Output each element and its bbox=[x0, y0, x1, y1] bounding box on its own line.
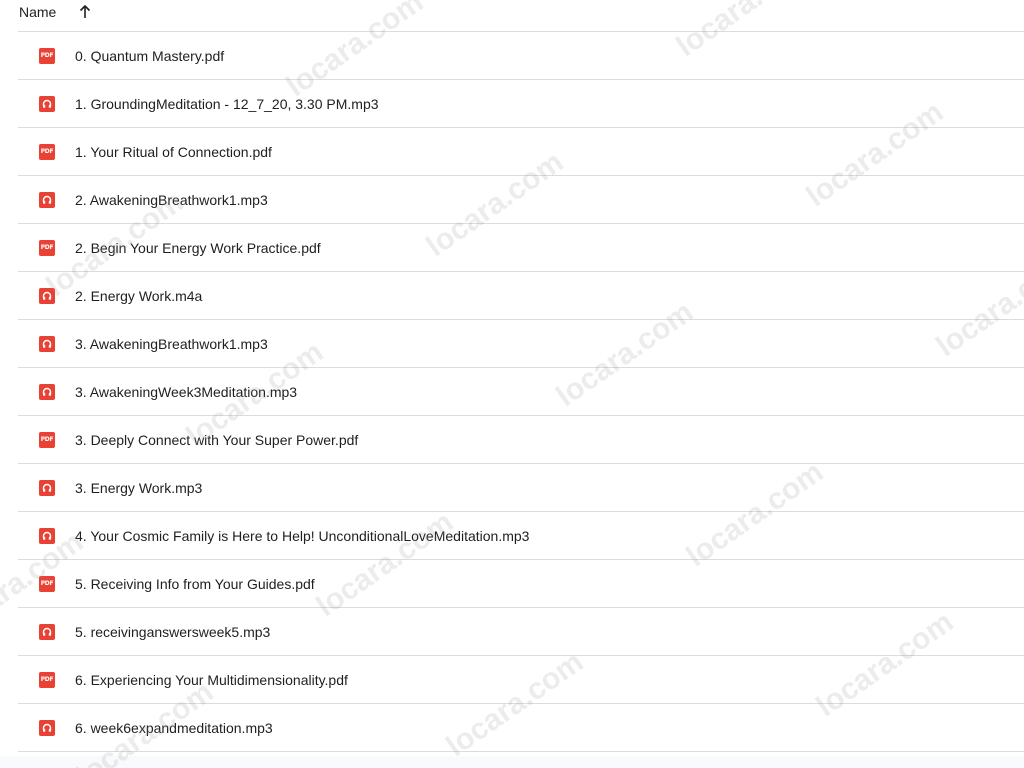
bottom-strip bbox=[0, 756, 1024, 768]
audio-file-icon bbox=[39, 335, 55, 352]
file-row[interactable]: 3. AwakeningBreathwork1.mp3 bbox=[18, 320, 1024, 368]
list-header: Name bbox=[18, 0, 1024, 32]
file-name: 1. Your Ritual of Connection.pdf bbox=[75, 143, 272, 160]
file-row[interactable]: PDF 1. Your Ritual of Connection.pdf bbox=[18, 128, 1024, 176]
file-row[interactable]: 2. AwakeningBreathwork1.mp3 bbox=[18, 176, 1024, 224]
file-name: 6. week6expandmeditation.mp3 bbox=[75, 719, 273, 736]
pdf-icon-label: PDF bbox=[40, 147, 54, 155]
file-row[interactable]: 3. AwakeningWeek3Meditation.mp3 bbox=[18, 368, 1024, 416]
arrow-up-icon[interactable] bbox=[78, 4, 92, 20]
file-row[interactable]: 6. week6expandmeditation.mp3 bbox=[18, 704, 1024, 752]
audio-file-icon bbox=[39, 719, 55, 736]
audio-file-icon bbox=[39, 95, 55, 112]
pdf-icon-label: PDF bbox=[40, 51, 54, 59]
file-row[interactable]: PDF 5. Receiving Info from Your Guides.pd… bbox=[18, 560, 1024, 608]
file-browser: Name PDF 0. Quantum Mastery.pdf 1. Groundi… bbox=[0, 0, 1024, 768]
name-column-header[interactable]: Name bbox=[19, 4, 92, 20]
file-name: 6. Experiencing Your Multidimensionality… bbox=[75, 671, 348, 688]
pdf-icon-label: PDF bbox=[40, 243, 54, 251]
file-name: 5. Receiving Info from Your Guides.pdf bbox=[75, 575, 315, 592]
pdf-file-icon: PDF bbox=[39, 431, 55, 448]
audio-file-icon bbox=[39, 287, 55, 304]
pdf-file-icon: PDF bbox=[39, 239, 55, 256]
file-list: PDF 0. Quantum Mastery.pdf 1. GroundingMed… bbox=[0, 32, 1024, 752]
audio-file-icon bbox=[39, 623, 55, 640]
pdf-icon-label: PDF bbox=[40, 435, 54, 443]
audio-file-icon bbox=[39, 527, 55, 544]
file-name: 3. Deeply Connect with Your Super Power.… bbox=[75, 431, 359, 448]
file-row[interactable]: 5. receivinganswersweek5.mp3 bbox=[18, 608, 1024, 656]
file-row[interactable]: 1. GroundingMeditation - 12_7_20, 3.30 P… bbox=[18, 80, 1024, 128]
pdf-file-icon: PDF bbox=[39, 671, 55, 688]
file-row[interactable]: PDF 3. Deeply Connect with Your Super Pow… bbox=[18, 416, 1024, 464]
file-row[interactable]: PDF 6. Experiencing Your Multidimensional… bbox=[18, 656, 1024, 704]
file-row[interactable]: 4. Your Cosmic Family is Here to Help! U… bbox=[18, 512, 1024, 560]
audio-file-icon bbox=[39, 383, 55, 400]
pdf-file-icon: PDF bbox=[39, 143, 55, 160]
file-name: 2. AwakeningBreathwork1.mp3 bbox=[75, 191, 268, 208]
file-name: 5. receivinganswersweek5.mp3 bbox=[75, 623, 271, 640]
file-row[interactable]: 3. Energy Work.mp3 bbox=[18, 464, 1024, 512]
file-name: 3. Energy Work.mp3 bbox=[75, 479, 203, 496]
audio-file-icon bbox=[39, 479, 55, 496]
file-name: 1. GroundingMeditation - 12_7_20, 3.30 P… bbox=[75, 95, 379, 112]
file-name: 4. Your Cosmic Family is Here to Help! U… bbox=[75, 527, 530, 544]
file-name: 0. Quantum Mastery.pdf bbox=[75, 47, 225, 64]
pdf-file-icon: PDF bbox=[39, 47, 55, 64]
pdf-icon-label: PDF bbox=[40, 579, 54, 587]
name-column-label: Name bbox=[19, 4, 57, 20]
file-row[interactable]: PDF 0. Quantum Mastery.pdf bbox=[18, 32, 1024, 80]
pdf-file-icon: PDF bbox=[39, 575, 55, 592]
file-name: 2. Begin Your Energy Work Practice.pdf bbox=[75, 239, 321, 256]
file-name: 3. AwakeningWeek3Meditation.mp3 bbox=[75, 383, 298, 400]
audio-file-icon bbox=[39, 191, 55, 208]
file-row[interactable]: 2. Energy Work.m4a bbox=[18, 272, 1024, 320]
pdf-icon-label: PDF bbox=[40, 675, 54, 683]
file-name: 3. AwakeningBreathwork1.mp3 bbox=[75, 335, 268, 352]
file-row[interactable]: PDF 2. Begin Your Energy Work Practice.pd… bbox=[18, 224, 1024, 272]
file-name: 2. Energy Work.m4a bbox=[75, 287, 203, 304]
